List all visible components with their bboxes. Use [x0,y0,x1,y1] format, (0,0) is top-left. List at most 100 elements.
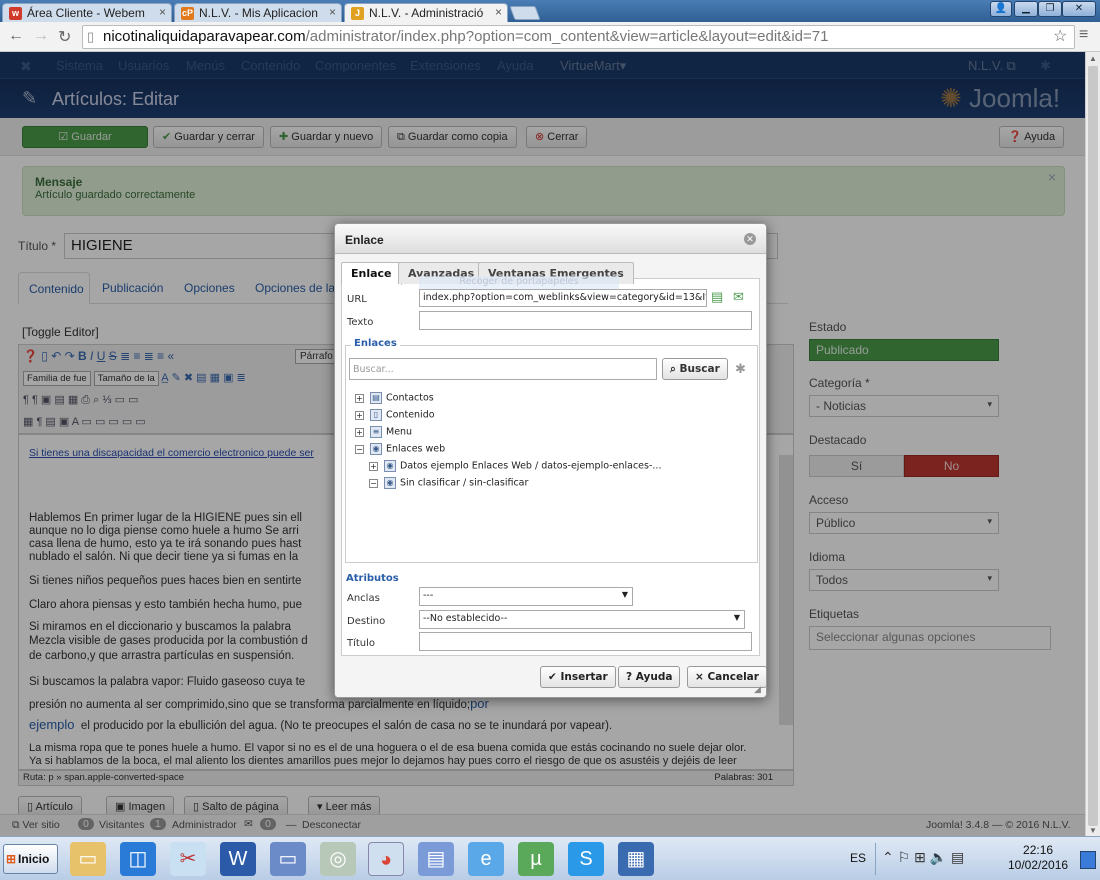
tab-label: N.L.V. - Administració [369,6,484,20]
start-label: Inicio [18,852,50,866]
browser-tab-3[interactable]: J N.L.V. - Administració × [344,3,508,22]
scroll-thumb[interactable] [1088,66,1098,826]
tree-item-datos-ejemplo[interactable]: + ◉ Datos ejemplo Enlaces Web / datos-ejem… [369,460,661,472]
close-icon[interactable]: × [159,5,166,19]
search-button[interactable]: ⌕ Buscar [662,358,728,380]
network-tray-icon[interactable]: ▤ [951,849,964,865]
destino-label: Destino [347,616,386,627]
destino-value: --No establecido-- [423,613,508,624]
destino-select[interactable]: --No establecido-- ▼ [419,610,745,629]
clipboard-icon[interactable]: ▤ [711,289,723,305]
insert-button[interactable]: ✔ Insertar [540,666,616,688]
settings-icon[interactable]: ✱ [735,361,746,377]
utorrent-icon[interactable]: µ [518,842,554,876]
word-icon[interactable]: W [220,842,256,876]
tree-item-contactos[interactable]: + ▤ Contactos [355,392,434,404]
filezilla-icon[interactable]: ▦ [618,842,654,876]
start-button[interactable]: ⊞ Inicio [3,844,58,874]
close-icon[interactable]: × [329,5,336,19]
titulo-label: Título [347,638,376,649]
tree-item-contenido[interactable]: + ▯ Contenido [355,409,435,421]
window-icon[interactable]: ⊞ [914,849,926,865]
volume-icon[interactable]: 🔈 [930,849,947,865]
tree-item-sin-clasificar[interactable]: − ◉ Sin clasificar / sin-clasificar [369,477,528,489]
clock[interactable]: 22:16 10/02/2016 [1008,843,1068,873]
chrome-icon[interactable]: ◕ [368,842,404,876]
page-scrollbar[interactable]: ▲ ▼ [1085,52,1100,836]
network-icon[interactable]: ▤ [418,842,454,876]
browser-tab-1[interactable]: w Área Cliente - Webem × [2,3,172,22]
dialog-help-button[interactable]: ? Ayuda [618,666,681,688]
expand-icon[interactable]: + [355,393,364,403]
resize-handle-icon[interactable]: ◢ [754,684,761,695]
close-icon[interactable]: ✕ [744,233,756,245]
snipping-tool-icon[interactable]: ✂ [170,842,206,876]
anclas-value: --- [423,590,434,601]
tree-item-label: Enlaces web [386,443,446,455]
browser-tab-2[interactable]: cP N.L.V. - Mis Aplicacion × [174,3,342,22]
atributos-legend: Atributos [346,573,399,584]
browser-tabbar: w Área Cliente - Webem × cP N.L.V. - Mis… [0,0,1100,22]
check-icon: ✔ [548,671,561,683]
email-icon[interactable]: ✉ [733,289,744,305]
joomla-icon: J [351,7,364,20]
expand-icon[interactable]: + [355,410,364,420]
tab-label: N.L.V. - Mis Aplicacion [199,6,318,20]
bookmark-star-icon[interactable]: ☆ [1053,26,1067,46]
url-host: nicotinaliquidaparavapear.com [103,28,306,45]
skype-icon[interactable]: S [568,842,604,876]
tree-item-label: Contenido [386,409,435,421]
cpanel-icon: cP [181,7,194,20]
globe-icon: ◉ [384,477,396,489]
forward-icon[interactable]: → [33,27,49,45]
page-icon: ▯ [87,29,95,44]
tray-expand-icon[interactable]: ⌃ [882,849,894,865]
reload-icon[interactable]: ↻ [58,27,71,47]
user-icon[interactable]: 👤 [990,1,1012,17]
system-tray: ⌃ ⚐ ⊞ 🔈 ▤ [875,843,1005,875]
anclas-select[interactable]: --- ▼ [419,587,633,606]
question-icon: ? [626,671,636,683]
outlook-icon[interactable]: ◫ [120,842,156,876]
file-explorer-icon[interactable]: ▭ [70,842,106,876]
expand-icon[interactable]: + [355,427,364,437]
camera-icon[interactable]: ◎ [320,842,356,876]
tree-item-label: Datos ejemplo Enlaces Web / datos-ejempl… [400,460,662,472]
url-field[interactable]: index.php?option=com_weblinks&view=categ… [419,289,707,307]
maximize-button[interactable]: ❐ [1038,1,1062,17]
collapse-icon[interactable]: − [369,478,378,488]
dialog-help-label: Ayuda [635,671,673,683]
scroll-up-icon[interactable]: ▲ [1089,54,1097,63]
chevron-down-icon: ▼ [621,590,628,599]
url-label: URL [347,294,367,305]
new-tab-button[interactable] [509,6,541,20]
tree-item-enlaces-web[interactable]: − ◉ Enlaces web [355,443,445,455]
expand-icon[interactable]: + [369,461,378,471]
remote-desktop-icon[interactable]: ▭ [270,842,306,876]
scroll-down-icon[interactable]: ▼ [1089,826,1097,835]
language-indicator[interactable]: ES [850,851,866,865]
titulo-input[interactable] [419,632,752,651]
webempresa-icon: w [9,7,22,20]
close-window-button[interactable]: ✕ [1062,1,1096,17]
texto-label: Texto [347,317,374,328]
collapse-icon[interactable]: − [355,444,364,454]
flag-icon[interactable]: ⚐ [898,849,911,865]
url-input[interactable]: ▯ nicotinaliquidaparavapear.com/administ… [82,25,1075,49]
internet-explorer-icon[interactable]: e [468,842,504,876]
search-input[interactable]: Buscar... [349,358,657,380]
show-desktop-button[interactable] [1080,851,1096,869]
globe-icon: ◉ [370,443,382,455]
globe-icon: ◉ [384,460,396,472]
insert-label: Insertar [560,671,608,683]
menu-icon[interactable]: ≡ [1079,26,1088,44]
tab-enlace[interactable]: Enlace [341,262,402,285]
tree-item-menu[interactable]: + ≡ Menu [355,426,412,438]
search-button-label: Buscar [679,363,720,375]
minimize-button[interactable]: ▁ [1014,1,1038,17]
anclas-label: Anclas [347,593,380,604]
search-icon: ⌕ [670,363,680,375]
close-icon[interactable]: × [495,5,502,19]
texto-input[interactable] [419,311,752,330]
back-icon[interactable]: ← [8,27,24,45]
